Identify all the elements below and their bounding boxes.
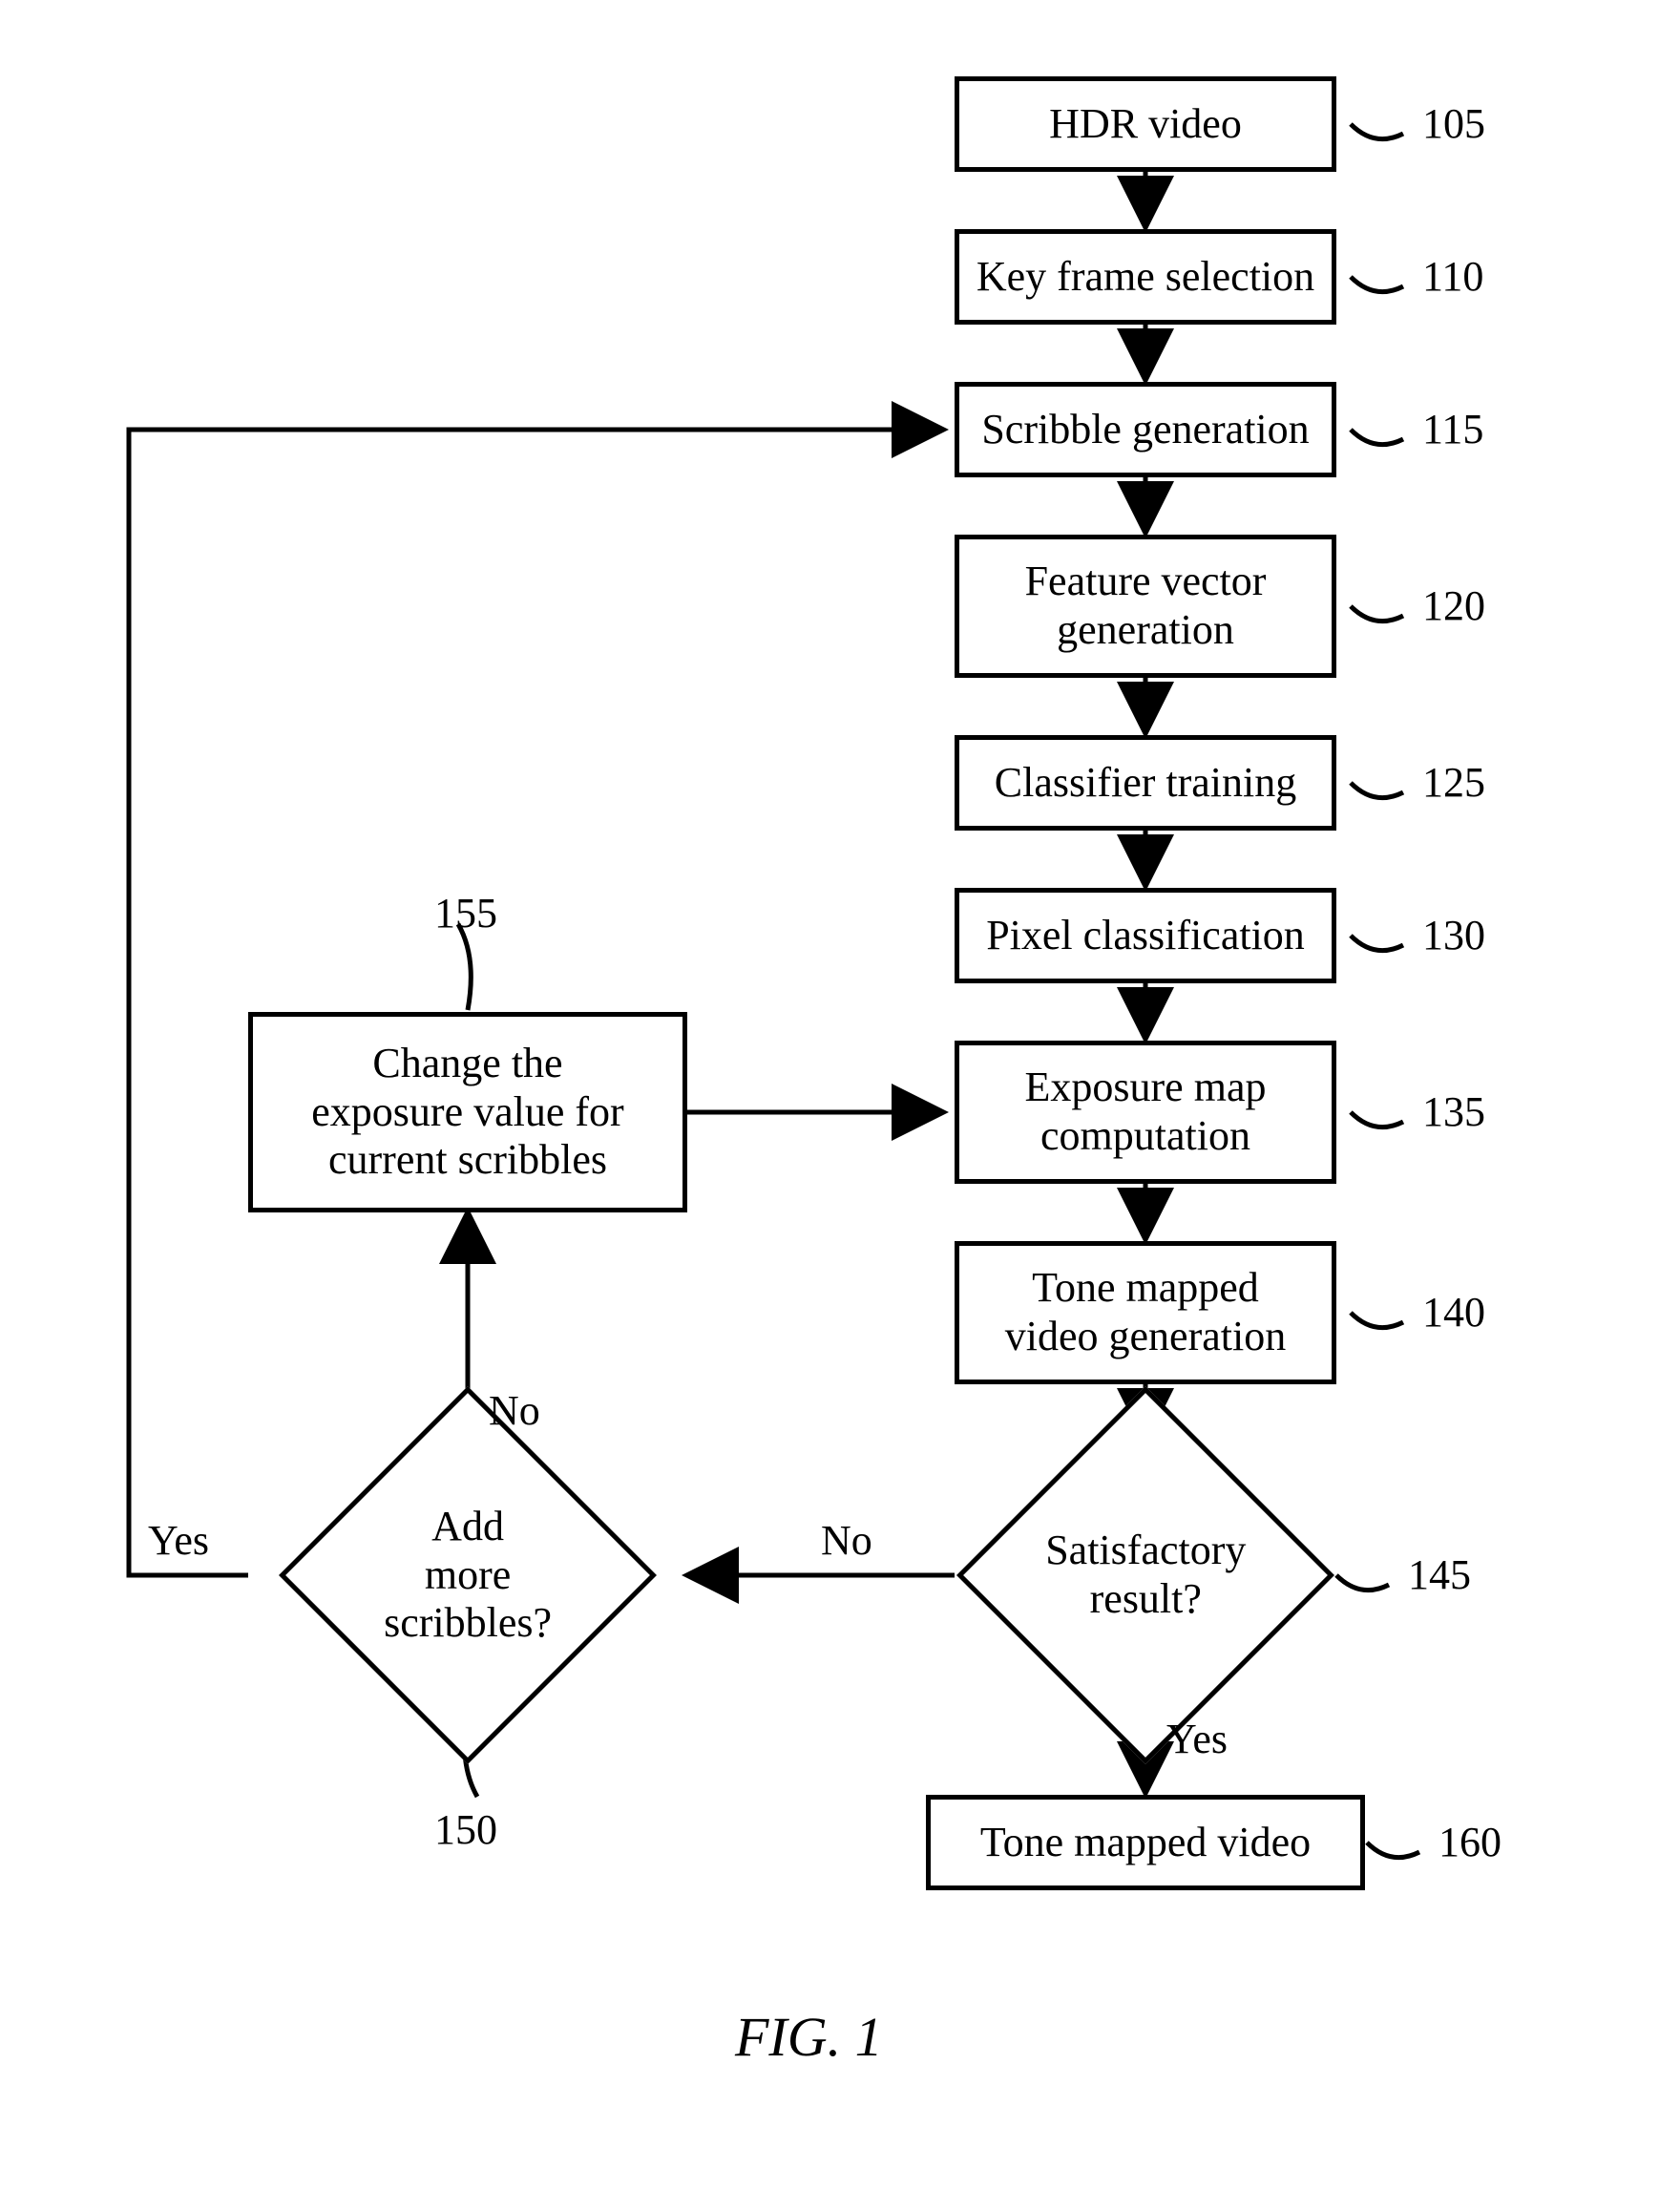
figure-1-flowchart: HDR video Key frame selection Scribble g…: [0, 0, 1680, 2212]
ref-num-105: 105: [1422, 103, 1485, 145]
ref-num-150: 150: [434, 1809, 497, 1851]
ref-num-155: 155: [434, 893, 497, 935]
node-tone-mapped-gen: Tone mapped video generation: [955, 1241, 1336, 1384]
node-exposure-map: Exposure map computation: [955, 1041, 1336, 1184]
node-pixel-classification: Pixel classification: [955, 888, 1336, 983]
node-hdr-video: HDR video: [955, 76, 1336, 172]
node-label: Change the exposure value for current sc…: [311, 1040, 623, 1185]
ref-num-115: 115: [1422, 409, 1483, 451]
edge-label-150-no: No: [489, 1390, 540, 1432]
node-label: Tone mapped video generation: [1005, 1264, 1286, 1360]
ref-num-125: 125: [1422, 762, 1485, 804]
node-label: Classifier training: [995, 759, 1297, 808]
ref-num-145: 145: [1408, 1554, 1471, 1596]
node-classifier-training: Classifier training: [955, 735, 1336, 831]
node-label: Exposure map computation: [1025, 1064, 1267, 1160]
node-satisfactory-result: Satisfactory result?: [956, 1386, 1334, 1764]
node-label: Feature vector generation: [1025, 558, 1267, 654]
ref-num-160: 160: [1438, 1822, 1502, 1864]
node-label: Scribble generation: [981, 406, 1309, 454]
node-feature-vector: Feature vector generation: [955, 535, 1336, 678]
ref-num-135: 135: [1422, 1091, 1485, 1133]
node-label: HDR video: [1049, 100, 1242, 149]
node-label: Add more scribbles?: [384, 1503, 552, 1646]
ref-num-130: 130: [1422, 915, 1485, 957]
node-label: Tone mapped video: [980, 1819, 1311, 1867]
node-add-more-scribbles: Add more scribbles?: [279, 1386, 657, 1764]
edge-label-150-yes: Yes: [148, 1520, 209, 1562]
ref-num-120: 120: [1422, 585, 1485, 627]
node-change-exposure-value: Change the exposure value for current sc…: [248, 1012, 687, 1212]
node-scribble-generation: Scribble generation: [955, 382, 1336, 477]
ref-num-110: 110: [1422, 256, 1483, 298]
node-tone-mapped-video: Tone mapped video: [926, 1795, 1365, 1890]
edge-label-145-no: No: [821, 1520, 872, 1562]
node-label: Pixel classification: [986, 912, 1305, 960]
node-label: Satisfactory result?: [1045, 1527, 1246, 1622]
figure-caption: FIG. 1: [735, 2005, 883, 2069]
node-label: Key frame selection: [976, 253, 1314, 302]
node-key-frame-selection: Key frame selection: [955, 229, 1336, 325]
ref-num-140: 140: [1422, 1292, 1485, 1334]
edge-label-145-yes: Yes: [1166, 1718, 1228, 1760]
